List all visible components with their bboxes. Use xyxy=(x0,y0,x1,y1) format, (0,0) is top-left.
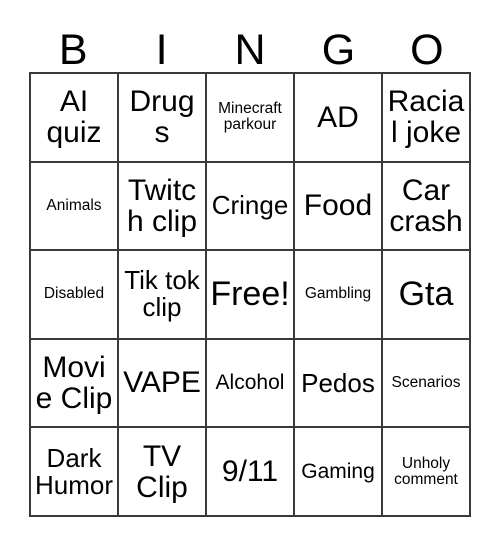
bingo-cell-label: Cringe xyxy=(211,190,289,221)
bingo-cell[interactable]: AD xyxy=(295,74,383,163)
bingo-header-row: B I N G O xyxy=(29,18,471,72)
bingo-cell-label: AI quiz xyxy=(46,85,102,150)
bingo-header-letter-g: G xyxy=(294,18,382,72)
bingo-cell[interactable]: Car crash xyxy=(383,162,471,252)
bingo-cell[interactable]: Animals xyxy=(31,162,119,252)
bingo-row: Animals Twitch clip Cringe Food Car cras… xyxy=(31,162,471,252)
bingo-cell[interactable]: Gambling xyxy=(295,251,383,340)
bingo-cell[interactable]: Pedos xyxy=(295,339,383,429)
bingo-cell-label: Gambling xyxy=(304,285,372,303)
bingo-cell-label: Racial joke xyxy=(387,85,465,150)
bingo-header-letter-i: I xyxy=(117,18,205,72)
bingo-cell-label: Scenarios xyxy=(391,374,461,392)
bingo-cell-label: Pedos xyxy=(301,367,375,398)
bingo-cell[interactable]: Alcohol xyxy=(207,339,295,429)
bingo-cell-label: TV Clip xyxy=(136,439,188,504)
bingo-cell-label: Food xyxy=(303,189,373,223)
header-letter-text: O xyxy=(410,26,444,74)
bingo-cell[interactable]: Food xyxy=(295,162,383,252)
bingo-row: Disabled Tik tok clip Free! Gambling Gta xyxy=(31,251,471,340)
bingo-card: B I N G O AI quiz Drugs Minecraft parkou… xyxy=(29,18,471,518)
bingo-cell[interactable]: Gaming xyxy=(295,428,383,518)
bingo-cell-label: Unholy comment xyxy=(394,454,458,488)
bingo-cell-label: Twitch clip xyxy=(126,173,198,238)
bingo-cell[interactable]: VAPE xyxy=(119,339,207,429)
bingo-header-letter-o: O xyxy=(383,18,471,72)
bingo-cell-label: Tik tok clip xyxy=(124,265,200,323)
bingo-header-letter-n: N xyxy=(206,18,294,72)
bingo-cell[interactable]: Dark Humor xyxy=(31,428,119,518)
bingo-cell[interactable]: Twitch clip xyxy=(119,162,207,252)
bingo-cell-label: Minecraft parkour xyxy=(218,100,282,134)
bingo-row: Dark Humor TV Clip 9/11 Gaming Unholy co… xyxy=(31,428,471,518)
bingo-cell[interactable]: Unholy comment xyxy=(383,428,471,518)
bingo-cell-label: 9/11 xyxy=(221,455,279,489)
bingo-cell-label: Drugs xyxy=(129,85,195,150)
bingo-cell-label: Free! xyxy=(210,274,290,313)
header-letter-text: N xyxy=(234,26,266,74)
bingo-cell[interactable]: Tik tok clip xyxy=(119,251,207,340)
bingo-cell-label: Car crash xyxy=(389,173,463,238)
bingo-cell[interactable]: Gta xyxy=(383,251,471,340)
bingo-cell-label: Gta xyxy=(398,274,454,313)
bingo-header-letter-b: B xyxy=(29,18,117,72)
bingo-cell[interactable]: Disabled xyxy=(31,251,119,340)
bingo-cell-label: Movie Clip xyxy=(35,350,113,416)
bingo-cell-label: Disabled xyxy=(43,285,105,303)
bingo-cell[interactable]: 9/11 xyxy=(207,428,295,518)
bingo-cell-free-space[interactable]: Free! xyxy=(207,251,295,340)
bingo-cell[interactable]: Cringe xyxy=(207,162,295,252)
bingo-cell[interactable]: AI quiz xyxy=(31,74,119,163)
bingo-cell-label: Dark Humor xyxy=(34,442,113,500)
bingo-cell[interactable]: Minecraft parkour xyxy=(207,74,295,163)
bingo-cell-label: Gaming xyxy=(301,459,375,483)
bingo-cell[interactable]: Racial joke xyxy=(383,74,471,163)
bingo-cell-label: Animals xyxy=(46,196,102,214)
bingo-cell[interactable]: Movie Clip xyxy=(31,339,119,429)
bingo-cell[interactable]: Scenarios xyxy=(383,339,471,429)
bingo-row: AI quiz Drugs Minecraft parkour AD Racia… xyxy=(31,74,471,163)
header-letter-text: I xyxy=(155,26,168,74)
header-letter-text: G xyxy=(321,26,356,74)
bingo-cell[interactable]: Drugs xyxy=(119,74,207,163)
bingo-cell-label: AD xyxy=(317,100,359,134)
bingo-cell-label: VAPE xyxy=(123,366,201,400)
bingo-cell-label: Alcohol xyxy=(215,371,285,395)
bingo-grid: AI quiz Drugs Minecraft parkour AD Racia… xyxy=(29,72,471,518)
bingo-row: Movie Clip VAPE Alcohol Pedos Scenarios xyxy=(31,339,471,429)
bingo-cell[interactable]: TV Clip xyxy=(119,428,207,518)
header-letter-text: B xyxy=(58,26,88,74)
